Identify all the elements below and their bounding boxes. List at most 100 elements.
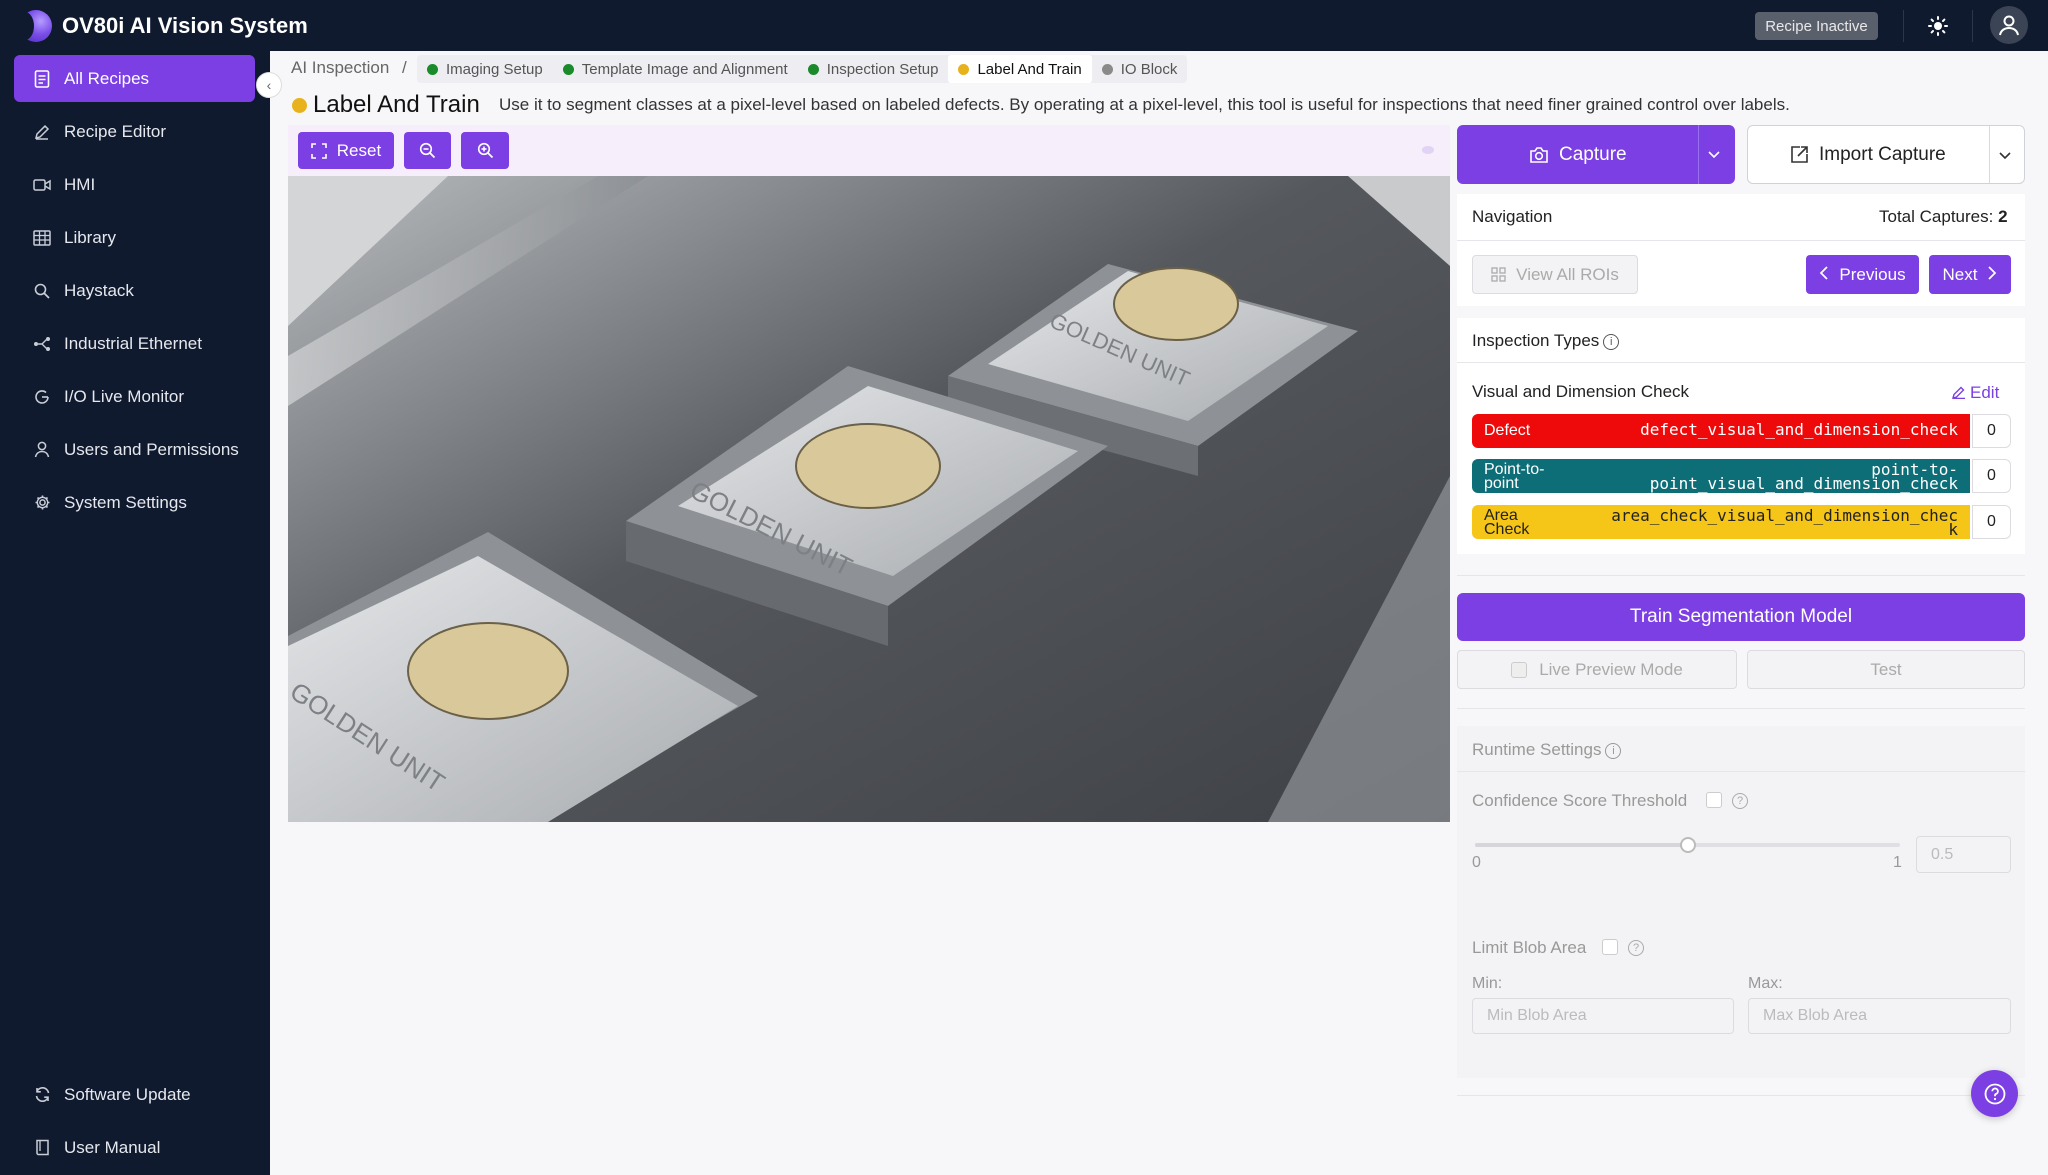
sidebar-item-label: I/O Live Monitor xyxy=(64,386,184,406)
pencil-icon xyxy=(32,124,52,140)
chevron-left-icon xyxy=(1819,265,1829,285)
inspection-type-bar: Area Check area_check_visual_and_dimensio… xyxy=(1472,505,1970,539)
min-blob-label: Min: xyxy=(1472,975,1503,992)
help-icon[interactable]: ? xyxy=(1624,937,1644,957)
live-preview-mode-toggle[interactable]: Live Preview Mode xyxy=(1457,650,1737,689)
divider xyxy=(1903,10,1904,42)
view-all-rois-button[interactable]: View All ROIs xyxy=(1472,255,1638,294)
chevron-left-icon: ‹ xyxy=(266,77,272,93)
capture-button[interactable]: Capture xyxy=(1457,125,1735,184)
sidebar-item-label: Industrial Ethernet xyxy=(64,333,202,353)
slider-max-label: 1 xyxy=(1893,854,1902,871)
inspection-type-row[interactable]: Defect defect_visual_and_dimension_check… xyxy=(1472,414,2011,448)
sidebar-item-all-recipes[interactable]: All Recipes xyxy=(14,55,255,102)
status-dot xyxy=(958,63,970,75)
import-icon xyxy=(1791,146,1808,163)
info-icon[interactable]: i xyxy=(1605,742,1622,759)
sidebar-item-label: System Settings xyxy=(64,492,187,512)
inspection-type-name: Area Check xyxy=(1484,507,1530,538)
total-captures: Total Captures: 2 xyxy=(1879,207,2008,226)
inspection-type-row[interactable]: Area Check area_check_visual_and_dimensio… xyxy=(1472,505,2011,539)
page-title: Label And Train xyxy=(313,91,480,118)
chevron-down-icon[interactable] xyxy=(1707,145,1721,167)
app-logo xyxy=(16,9,52,42)
breadcrumb-root[interactable]: AI Inspection / xyxy=(291,58,407,78)
sidebar-item-recipe-editor[interactable]: Recipe Editor xyxy=(14,108,255,155)
limit-blob-area-checkbox[interactable] xyxy=(1602,939,1618,955)
chevron-down-icon[interactable] xyxy=(1998,146,2012,168)
confidence-value-input[interactable]: 0.5 xyxy=(1916,836,2011,873)
user-icon xyxy=(1999,15,2019,36)
help-icon[interactable]: ? xyxy=(1728,790,1748,810)
step-imaging-setup[interactable]: Imaging Setup xyxy=(417,55,553,83)
sidebar-item-label: Software Update xyxy=(64,1084,191,1104)
import-capture-button[interactable]: Import Capture xyxy=(1747,125,2025,184)
train-segmentation-model-button[interactable]: Train Segmentation Model xyxy=(1457,593,2025,641)
theme-toggle-button[interactable] xyxy=(1920,8,1956,44)
capture-image: GOLDEN UNIT GOLDEN UNIT GOLDEN UNIT xyxy=(288,176,1450,822)
test-button[interactable]: Test xyxy=(1747,650,2025,689)
user-menu-button[interactable] xyxy=(1990,6,2028,44)
inspection-types-title: Inspection Types i xyxy=(1472,331,1620,351)
min-blob-area-input[interactable]: Min Blob Area xyxy=(1472,998,1734,1034)
step-inspection-setup[interactable]: Inspection Setup xyxy=(798,55,949,83)
max-blob-area-input[interactable]: Max Blob Area xyxy=(1748,998,2011,1034)
sidebar-item-users-and-permissions[interactable]: Users and Permissions xyxy=(14,426,255,473)
info-icon[interactable]: i xyxy=(1603,333,1620,350)
help-button[interactable] xyxy=(1971,1070,2018,1117)
sidebar-item-label: Recipe Editor xyxy=(64,121,167,141)
sidebar-item-label: Users and Permissions xyxy=(64,439,239,459)
divider xyxy=(1989,126,1990,183)
divider xyxy=(1698,125,1699,184)
sidebar-item-haystack[interactable]: Haystack xyxy=(14,267,255,314)
top-bar: OV80i AI Vision System xyxy=(0,0,2048,51)
confidence-slider-thumb[interactable] xyxy=(1679,837,1696,853)
live-preview-checkbox[interactable] xyxy=(1511,661,1528,678)
previous-button[interactable]: Previous xyxy=(1806,255,1919,294)
sun-icon xyxy=(1928,16,1948,36)
next-button[interactable]: Next xyxy=(1929,255,2011,294)
sidebar-item-user-manual[interactable]: User Manual xyxy=(14,1124,255,1171)
grid-icon xyxy=(1491,267,1506,282)
step-template-image-and-alignment[interactable]: Template Image and Alignment xyxy=(553,55,798,83)
user-icon xyxy=(32,441,52,458)
inspection-type-count: 0 xyxy=(1972,414,2011,448)
gear-icon xyxy=(32,494,52,511)
reset-button[interactable]: Reset xyxy=(298,132,394,169)
fit-screen-icon xyxy=(310,142,327,159)
table-icon xyxy=(32,229,52,246)
sidebar-collapse-button[interactable]: ‹ xyxy=(256,72,282,98)
inspection-group-name: Visual and Dimension Check xyxy=(1472,382,1690,401)
sidebar-item-hmi[interactable]: HMI xyxy=(14,161,255,208)
sidebar: All Recipes Recipe Editor HMI Library Ha… xyxy=(0,51,270,1175)
video-icon xyxy=(32,178,52,192)
zoom-out-button[interactable] xyxy=(404,132,451,169)
sidebar-item-library[interactable]: Library xyxy=(14,214,255,261)
sidebar-item-software-update[interactable]: Software Update xyxy=(14,1071,255,1118)
sidebar-item-industrial-ethernet[interactable]: Industrial Ethernet xyxy=(14,320,255,367)
inspection-type-row[interactable]: Point-to-point point-to-point_visual_and… xyxy=(1472,459,2011,493)
image-toolbar: Reset xyxy=(288,125,1450,176)
capture-image-canvas[interactable]: GOLDEN UNIT GOLDEN UNIT GOLDEN UNIT xyxy=(288,176,1450,822)
page-status-dot xyxy=(292,98,307,113)
zoom-out-icon xyxy=(419,142,436,159)
page-description: Use it to segment classes at a pixel-lev… xyxy=(499,95,1790,114)
slider-min-label: 0 xyxy=(1472,854,1481,871)
sidebar-item-system-settings[interactable]: System Settings xyxy=(14,479,255,526)
confidence-threshold-checkbox[interactable] xyxy=(1706,792,1722,808)
sidebar-item-label: User Manual xyxy=(64,1137,161,1157)
book-icon xyxy=(32,1139,52,1156)
sidebar-item-label: Library xyxy=(64,227,116,247)
inspection-type-name: Point-to-point xyxy=(1484,461,1545,492)
inspection-type-key: defect_visual_and_dimension_check xyxy=(1640,420,1958,439)
divider xyxy=(1457,362,2025,363)
step-io-block[interactable]: IO Block xyxy=(1092,55,1188,83)
zoom-in-button[interactable] xyxy=(461,132,509,169)
inspection-type-bar: Point-to-point point-to-point_visual_and… xyxy=(1472,459,1970,493)
edit-button[interactable]: Edit xyxy=(1951,383,1999,403)
confidence-slider-track[interactable] xyxy=(1475,837,1900,853)
document-icon xyxy=(32,69,52,88)
sidebar-item-io-live-monitor[interactable]: I/O Live Monitor xyxy=(14,373,255,420)
sidebar-item-label: Haystack xyxy=(64,280,134,300)
step-label-and-train[interactable]: Label And Train xyxy=(948,55,1092,83)
